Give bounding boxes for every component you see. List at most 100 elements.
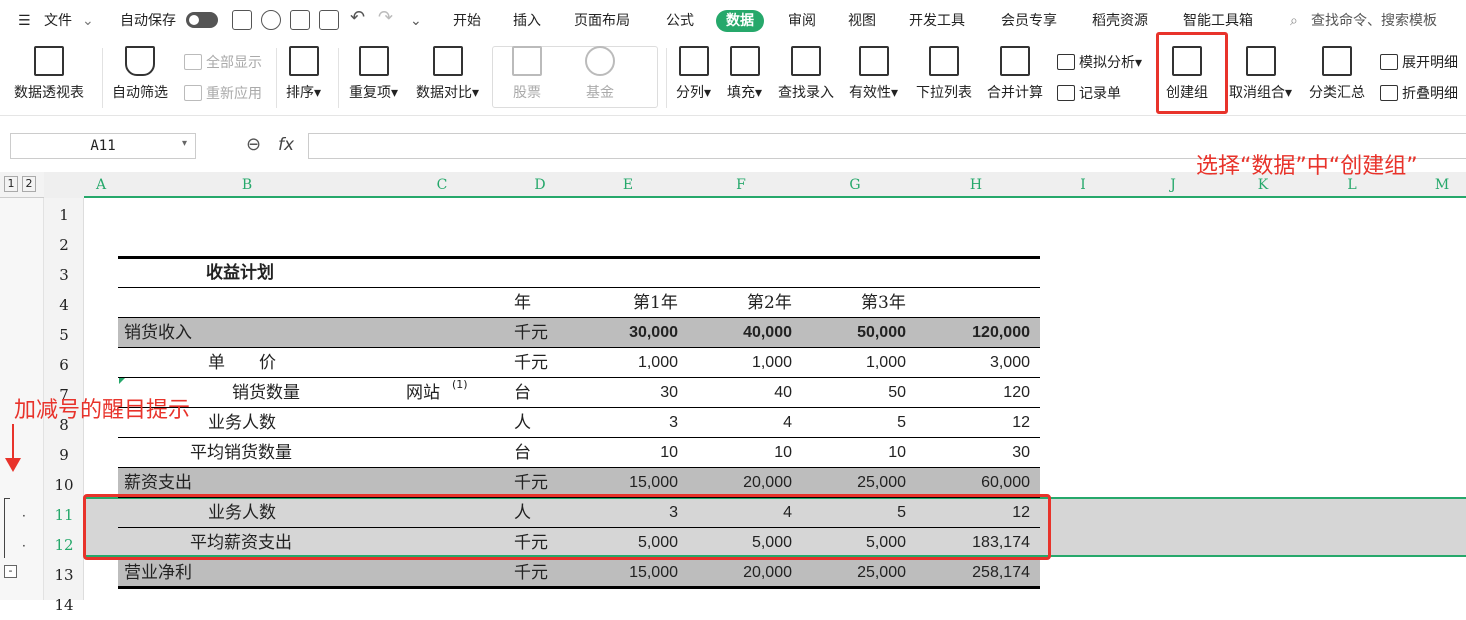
print-preview-icon[interactable]: [319, 10, 339, 30]
fill-button[interactable]: 填充▾: [727, 46, 762, 102]
row-header-selected[interactable]: 12: [44, 530, 84, 560]
reapply-button[interactable]: 重新应用: [184, 83, 262, 103]
value-cell[interactable]: 50: [798, 378, 906, 408]
sort-button[interactable]: 排序▾: [286, 46, 321, 102]
tab-view[interactable]: 视图: [848, 10, 876, 32]
value-cell[interactable]: 1,000: [684, 348, 792, 378]
row-header[interactable]: 5: [44, 320, 84, 350]
hide-detail-button[interactable]: 折叠明细: [1380, 83, 1458, 103]
lookup-entry-button[interactable]: 查找录入: [778, 46, 834, 102]
file-menu[interactable]: 文件: [44, 10, 72, 32]
col-header-c[interactable]: C: [376, 172, 508, 198]
show-detail-button[interactable]: 展开明细: [1380, 52, 1458, 72]
value-cell[interactable]: 50,000: [798, 318, 906, 348]
value-cell[interactable]: 12: [912, 408, 1030, 438]
record-form-button[interactable]: 记录单: [1057, 83, 1121, 103]
what-if-button[interactable]: 模拟分析▾: [1057, 52, 1142, 72]
validation-button[interactable]: 有效性▾: [849, 46, 898, 102]
col-header-a[interactable]: A: [84, 172, 118, 198]
value-cell[interactable]: 120: [912, 378, 1030, 408]
row-header[interactable]: 14: [44, 590, 84, 620]
row-header[interactable]: 10: [44, 470, 84, 500]
row-note[interactable]: 网站: [406, 378, 440, 408]
outline-level-1[interactable]: 1: [4, 176, 18, 192]
tab-review[interactable]: 审阅: [788, 10, 816, 32]
col-header-g[interactable]: G: [798, 172, 912, 198]
redo-icon[interactable]: ↷: [378, 7, 393, 29]
row-header-selected[interactable]: 11: [44, 500, 84, 530]
text-to-columns-button[interactable]: 分列▾: [676, 46, 711, 102]
save-icon[interactable]: [232, 10, 252, 30]
row-label[interactable]: 单 价: [208, 348, 276, 378]
row-unit[interactable]: 台: [514, 438, 531, 468]
consolidate-button[interactable]: 合并计算: [987, 46, 1043, 102]
value-cell[interactable]: 10: [572, 438, 678, 468]
format-painter-icon[interactable]: [261, 10, 281, 30]
row-label[interactable]: 营业净利: [124, 558, 192, 588]
undo-icon[interactable]: ↶: [350, 7, 365, 29]
row-header[interactable]: 4: [44, 290, 84, 320]
value-cell[interactable]: 1,000: [572, 348, 678, 378]
value-cell[interactable]: 30,000: [572, 318, 678, 348]
row-unit[interactable]: 千元: [514, 318, 548, 348]
chevron-down-icon[interactable]: ⌄: [82, 10, 94, 32]
show-all-button[interactable]: 全部显示: [184, 52, 262, 72]
data-compare-button[interactable]: 数据对比▾: [416, 46, 479, 102]
select-all-corner[interactable]: [44, 172, 84, 198]
col-header-e[interactable]: E: [572, 172, 684, 198]
header-year-2[interactable]: 第2年: [747, 288, 792, 318]
value-cell[interactable]: 40,000: [684, 318, 792, 348]
quick-access-more-icon[interactable]: ⌄: [410, 10, 422, 32]
header-year-3[interactable]: 第3年: [861, 288, 906, 318]
header-unit[interactable]: 年: [514, 288, 531, 318]
chevron-down-icon[interactable]: ▾: [182, 138, 187, 149]
row-header[interactable]: 6: [44, 350, 84, 380]
row-label[interactable]: 业务人数: [208, 408, 276, 438]
tab-docer[interactable]: 稻壳资源: [1092, 10, 1148, 32]
print-icon[interactable]: [290, 10, 310, 30]
outline-level-2[interactable]: 2: [22, 176, 36, 192]
value-cell[interactable]: 30: [912, 438, 1030, 468]
command-search[interactable]: 查找命令、搜索模板: [1311, 10, 1437, 32]
hamburger-icon[interactable]: ☰: [18, 10, 31, 32]
fx-icon[interactable]: fx: [278, 135, 294, 155]
row-unit[interactable]: 台: [514, 378, 531, 408]
name-box[interactable]: A11: [10, 133, 196, 159]
row-header[interactable]: 1: [44, 200, 84, 230]
value-cell[interactable]: 258,174: [912, 558, 1030, 588]
search-icon[interactable]: ⌕: [1290, 10, 1298, 32]
value-cell[interactable]: 15,000: [572, 558, 678, 588]
value-cell[interactable]: 10: [684, 438, 792, 468]
ungroup-button[interactable]: 取消组合▾: [1229, 46, 1292, 102]
header-year-1[interactable]: 第1年: [633, 288, 678, 318]
value-cell[interactable]: 40: [684, 378, 792, 408]
duplicates-button[interactable]: 重复项▾: [349, 46, 398, 102]
dropdown-list-button[interactable]: 下拉列表: [916, 46, 972, 102]
row-unit[interactable]: 千元: [514, 348, 548, 378]
col-header-f[interactable]: F: [684, 172, 798, 198]
value-cell[interactable]: 25,000: [798, 558, 906, 588]
row-header[interactable]: 3: [44, 260, 84, 290]
row-header[interactable]: 2: [44, 230, 84, 260]
tab-home[interactable]: 开始: [453, 10, 481, 32]
value-cell[interactable]: 4: [684, 408, 792, 438]
row-label[interactable]: 平均销货数量: [190, 438, 292, 468]
sheet-title[interactable]: 收益计划: [206, 258, 274, 288]
value-cell[interactable]: 10: [798, 438, 906, 468]
col-header-i[interactable]: I: [1040, 172, 1126, 198]
subtotal-button[interactable]: 分类汇总: [1309, 46, 1365, 102]
autosave-toggle[interactable]: [186, 12, 218, 28]
row-label[interactable]: 销货收入: [124, 318, 192, 348]
col-header-b[interactable]: B: [118, 172, 376, 198]
tab-page-layout[interactable]: 页面布局: [574, 10, 630, 32]
row-label[interactable]: 销货数量: [232, 378, 300, 408]
collapse-minus-button[interactable]: -: [4, 565, 17, 578]
value-cell[interactable]: 3: [572, 408, 678, 438]
value-cell[interactable]: 3,000: [912, 348, 1030, 378]
tab-member[interactable]: 会员专享: [1001, 10, 1057, 32]
pivot-table-button[interactable]: 数据透视表: [14, 46, 84, 102]
tab-smart-tools[interactable]: 智能工具箱: [1183, 10, 1253, 32]
row-header[interactable]: 13: [44, 560, 84, 590]
fund-button[interactable]: 基金: [585, 46, 615, 102]
value-cell[interactable]: 5: [798, 408, 906, 438]
